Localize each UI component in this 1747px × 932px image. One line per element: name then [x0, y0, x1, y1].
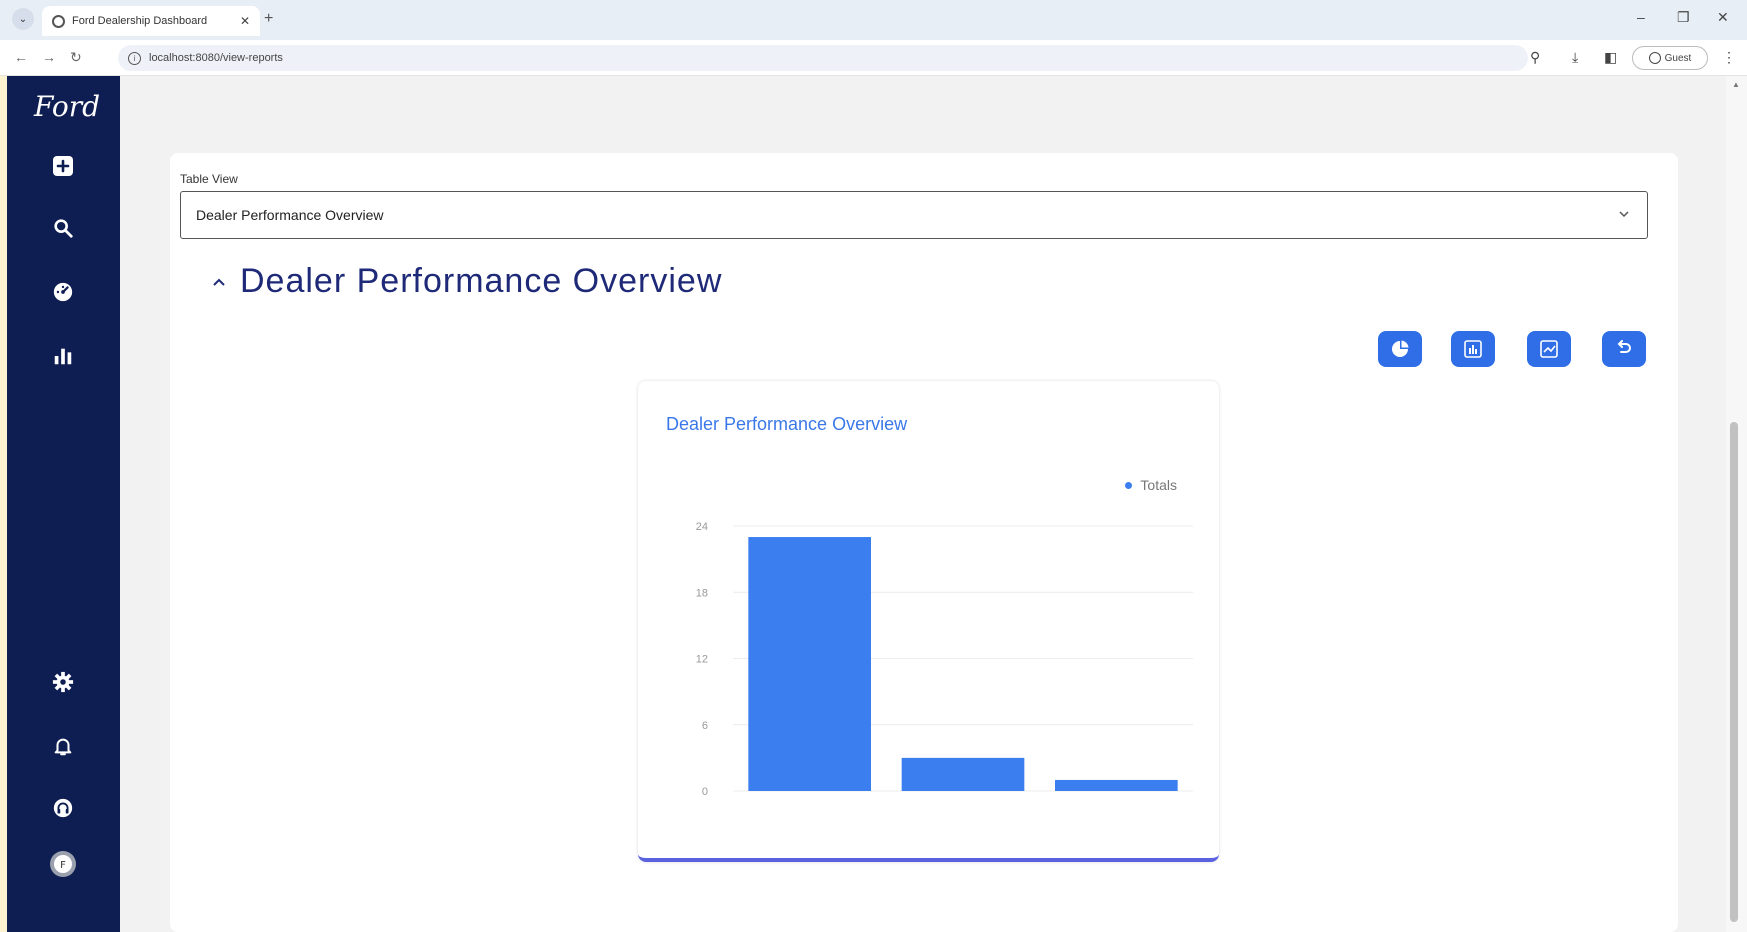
- ford-logo: Ford: [34, 90, 101, 123]
- pie-chart-button[interactable]: [1378, 331, 1422, 367]
- y-tick-label: 0: [702, 786, 708, 798]
- forward-icon[interactable]: →: [42, 49, 56, 65]
- browser-tab-bar: ⌄ Ford Dealership Dashboard ✕ + – ❐ ✕: [0, 0, 1747, 40]
- scrollbar-thumb[interactable]: [1730, 422, 1738, 922]
- pie-chart-icon: [1392, 340, 1409, 357]
- headset-icon[interactable]: [51, 796, 75, 820]
- profile-button[interactable]: Guest: [1632, 46, 1708, 70]
- bar-1[interactable]: [901, 757, 1025, 791]
- bar-0[interactable]: [748, 537, 871, 791]
- bar-chart-button[interactable]: [1451, 331, 1495, 367]
- chevron-down-icon: [1619, 211, 1629, 218]
- browser-tab[interactable]: Ford Dealership Dashboard ✕: [42, 6, 260, 36]
- guest-label: Guest: [1664, 52, 1692, 64]
- side-panel-icon[interactable]: ◧: [1604, 49, 1617, 66]
- table-view-select[interactable]: Dealer Performance Overview: [180, 191, 1648, 239]
- bar-chart: 0 6 12 18 24: [696, 521, 1193, 798]
- maximize-icon[interactable]: ❐: [1677, 9, 1690, 26]
- dashboard-icon[interactable]: [51, 280, 75, 304]
- sidebar: Ford F: [7, 76, 120, 932]
- tab-search-chevron-icon[interactable]: ⌄: [12, 8, 34, 30]
- search-icon[interactable]: [51, 216, 75, 240]
- new-tab-icon[interactable]: +: [264, 10, 273, 28]
- bell-icon[interactable]: [51, 734, 75, 758]
- address-bar[interactable]: i localhost:8080/view-reports: [118, 45, 1528, 71]
- site-info-icon[interactable]: i: [128, 51, 141, 65]
- tab-title: Ford Dealership Dashboard: [72, 15, 208, 27]
- y-tick-label: 24: [696, 521, 708, 533]
- section-title: Dealer Performance Overview: [240, 262, 723, 300]
- reset-button[interactable]: [1602, 331, 1646, 367]
- back-icon[interactable]: ←: [14, 49, 28, 65]
- gear-icon[interactable]: [51, 670, 75, 694]
- globe-icon: [52, 14, 65, 28]
- tab-close-icon[interactable]: ✕: [240, 14, 250, 28]
- svg-text:F: F: [60, 860, 66, 871]
- download-icon[interactable]: ⤓: [1572, 49, 1578, 66]
- avatar-icon[interactable]: F: [49, 850, 77, 878]
- bar-chart-icon: [1464, 340, 1482, 358]
- url-text: localhost:8080/view-reports: [149, 52, 283, 64]
- chart-card: Dealer Performance Overview Totals 0 6 12 1…: [638, 381, 1219, 862]
- undo-icon: [1617, 340, 1631, 353]
- bar-chart-icon[interactable]: [51, 344, 75, 368]
- reload-icon[interactable]: ↻: [70, 49, 82, 66]
- y-tick-label: 12: [696, 654, 708, 666]
- collapse-caret-icon[interactable]: [212, 271, 228, 292]
- browser-menu-icon[interactable]: ⋮: [1722, 49, 1736, 66]
- minimize-icon[interactable]: –: [1637, 9, 1645, 25]
- bar-2[interactable]: [1055, 779, 1178, 791]
- zoom-icon[interactable]: ⚲: [1530, 49, 1540, 66]
- scroll-up-icon[interactable]: ▲: [1732, 80, 1740, 89]
- browser-toolbar: ← → ↻ i localhost:8080/view-reports ⚲ ⤓ …: [0, 40, 1747, 76]
- line-chart-icon: [1540, 340, 1558, 358]
- profile-icon: [1648, 52, 1661, 64]
- plus-square-icon[interactable]: [51, 154, 75, 178]
- line-chart-button[interactable]: [1527, 331, 1571, 367]
- table-view-label: Table View: [180, 172, 238, 186]
- y-tick-label: 6: [702, 720, 708, 732]
- table-view-selected: Dealer Performance Overview: [196, 207, 384, 223]
- window-close-icon[interactable]: ✕: [1717, 9, 1729, 26]
- section-header[interactable]: Dealer Performance Overview: [212, 262, 722, 301]
- y-tick-label: 18: [696, 587, 708, 599]
